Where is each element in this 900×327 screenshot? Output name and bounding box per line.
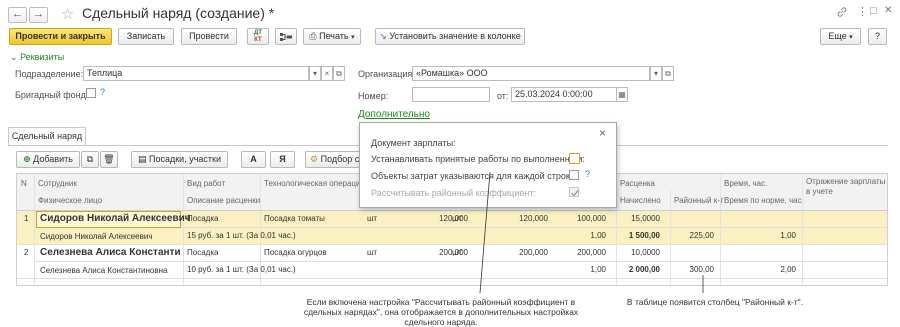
callout-lines <box>479 171 704 294</box>
annotation-right: В таблице появится столбец "Районный к-т… <box>626 297 804 307</box>
annotation-left: Если включена настройка "Рассчитывать ра… <box>303 297 579 327</box>
